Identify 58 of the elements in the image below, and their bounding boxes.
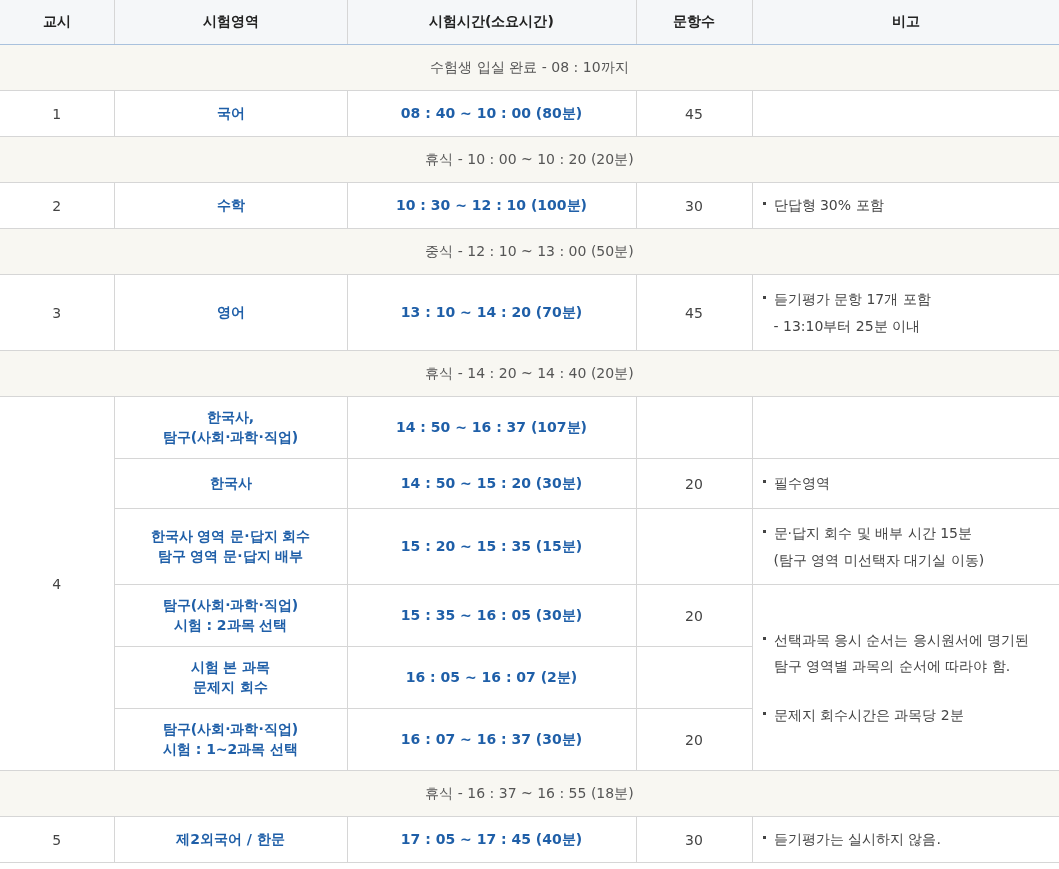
note-text: 문·답지 회수 및 배부 시간 15분 — [773, 523, 973, 543]
bullet-icon — [762, 295, 766, 299]
break-row: 중식 - 12 : 10 ~ 13 : 00 (50분) — [0, 228, 1059, 275]
note-text: - 13:10부터 25분 이내 — [773, 316, 922, 336]
table-cell: 20 — [636, 584, 752, 647]
table-cell: 탐구(사회·과학·직업) 시험 : 1~2과목 선택 — [114, 708, 347, 771]
note-text: 듣기평가 문항 17개 포함 — [773, 289, 931, 309]
table-cell: 수학 — [114, 182, 347, 229]
column-header: 비고 — [752, 0, 1059, 45]
table-cell: 10 : 30 ~ 12 : 10 (100분) — [347, 182, 636, 229]
column-header: 시험시간(소요시간) — [347, 0, 636, 45]
table-cell: 탐구(사회·과학·직업) 시험 : 2과목 선택 — [114, 584, 347, 647]
break-row: 휴식 - 10 : 00 ~ 10 : 20 (20분) — [0, 136, 1059, 183]
bullet-icon — [762, 529, 766, 533]
note-text: 필수영역 — [773, 474, 830, 494]
note-text: (탐구 영역 미선택자 대기실 이동) — [773, 550, 985, 570]
table-cell: 2 — [0, 182, 114, 229]
bullet-icon — [762, 836, 766, 840]
table-cell: 16 : 05 ~ 16 : 07 (2분) — [347, 646, 636, 709]
table-cell: 1 — [0, 90, 114, 137]
bullet-icon — [762, 480, 766, 484]
table-cell: 시험 본 과목 문제지 회수 — [114, 646, 347, 709]
note-text: 단답형 30% 포함 — [773, 196, 884, 216]
table-cell: 30 — [636, 182, 752, 229]
table-cell: 08 : 40 ~ 10 : 00 (80분) — [347, 90, 636, 137]
bullet-icon — [762, 711, 766, 715]
note-text: 선택과목 응시 순서는 응시원서에 명기된 — [773, 630, 1030, 650]
table-cell: 14 : 50 ~ 16 : 37 (107분) — [347, 396, 636, 459]
column-header: 시험영역 — [114, 0, 347, 45]
table-cell: 16 : 07 ~ 16 : 37 (30분) — [347, 708, 636, 771]
table-cell: 45 — [636, 274, 752, 351]
table-cell: 14 : 50 ~ 15 : 20 (30분) — [347, 458, 636, 509]
break-row: 휴식 - 16 : 37 ~ 16 : 55 (18분) — [0, 770, 1059, 817]
table-cell: 30 — [636, 816, 752, 863]
table-cell: 한국사 — [114, 458, 347, 509]
table-cell: 15 : 35 ~ 16 : 05 (30분) — [347, 584, 636, 647]
table-cell: 4 — [0, 396, 114, 771]
table-cell: 20 — [636, 458, 752, 509]
break-row: 수험생 입실 완료 - 08 : 10까지 — [0, 44, 1059, 91]
table-cell: 5 — [0, 816, 114, 863]
table-cell: 한국사 영역 문·답지 회수 탐구 영역 문·답지 배부 — [114, 508, 347, 585]
table-cell: 3 — [0, 274, 114, 351]
table-cell: 13 : 10 ~ 14 : 20 (70분) — [347, 274, 636, 351]
table-cell: 제2외국어 / 한문 — [114, 816, 347, 863]
break-row: 휴식 - 14 : 20 ~ 14 : 40 (20분) — [0, 350, 1059, 397]
bullet-icon — [762, 202, 766, 206]
table-cell: 한국사, 탐구(사회·과학·직업) — [114, 396, 347, 459]
table-cell: 국어 — [114, 90, 347, 137]
column-header: 문항수 — [636, 0, 752, 45]
column-header: 교시 — [0, 0, 114, 45]
note-text: 탐구 영역별 과목의 순서에 따라야 함. — [773, 657, 1012, 677]
note-text: 문제지 회수시간은 과목당 2분 — [773, 705, 964, 725]
table-cell: 15 : 20 ~ 15 : 35 (15분) — [347, 508, 636, 585]
note-text: 듣기평가는 실시하지 않음. — [773, 830, 941, 850]
bullet-icon — [762, 636, 766, 640]
table-cell: 17 : 05 ~ 17 : 45 (40분) — [347, 816, 636, 863]
table-cell: 45 — [636, 90, 752, 137]
table-cell: 영어 — [114, 274, 347, 351]
